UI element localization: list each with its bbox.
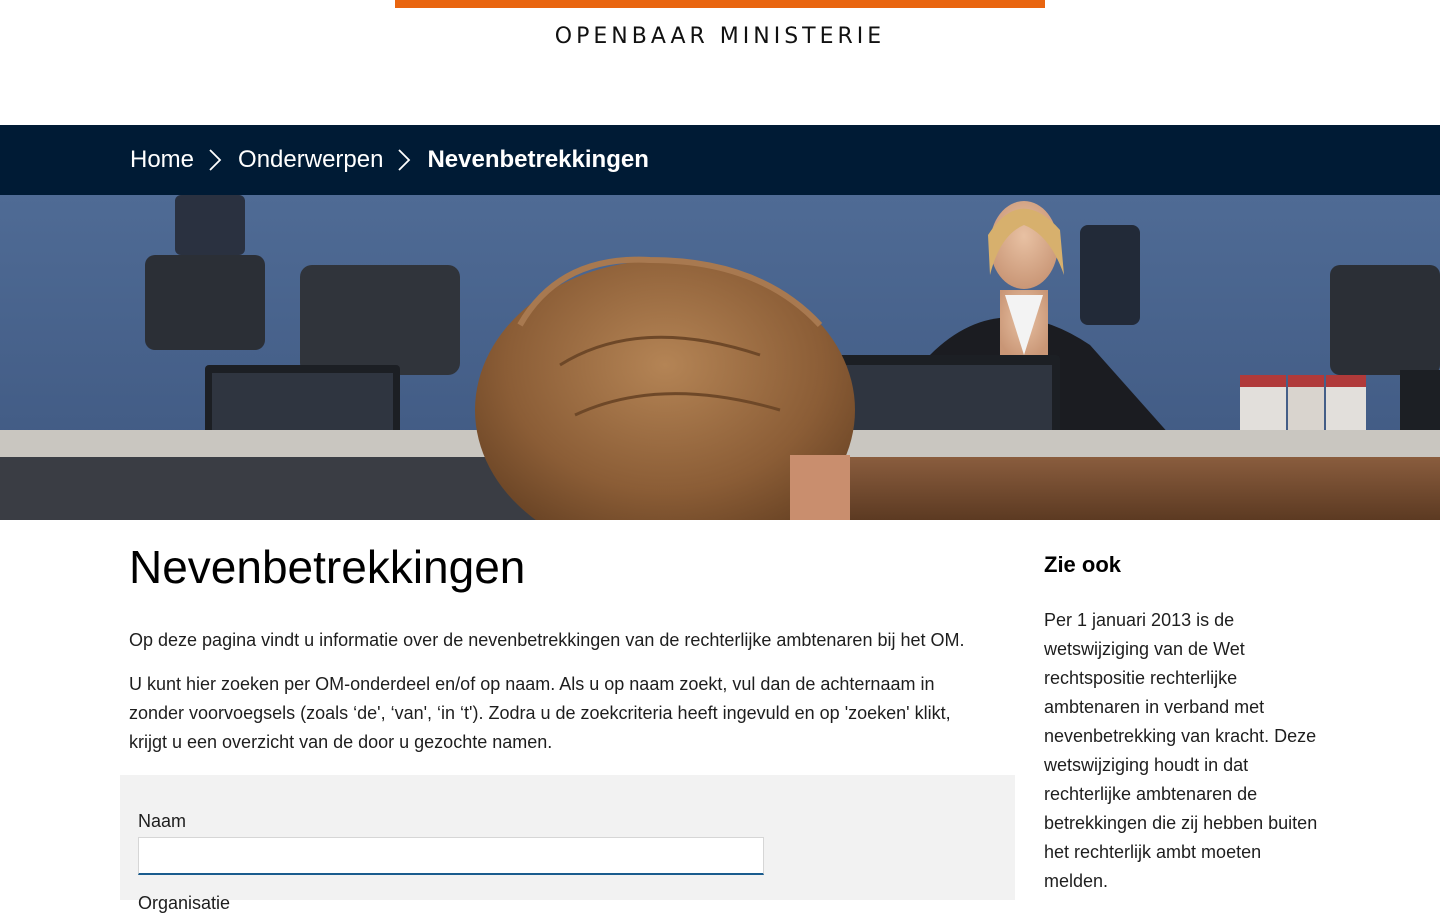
logo-accent-bar xyxy=(395,0,1045,8)
organization-field-label: Organisatie xyxy=(138,893,231,913)
intro-paragraph: Op deze pagina vindt u informatie over d… xyxy=(129,630,965,650)
breadcrumb: Home Onderwerpen Nevenbetrekkingen xyxy=(0,125,1440,195)
search-instructions: U kunt hier zoeken per OM-onderdeel en/o… xyxy=(129,674,951,752)
chevron-right-icon xyxy=(397,148,411,172)
breadcrumb-onderwerpen-link[interactable]: Onderwerpen xyxy=(238,146,383,174)
chevron-right-icon xyxy=(208,148,222,172)
hero-image-courtroom xyxy=(0,195,1440,520)
site-header: OPENBAAR MINISTERIE xyxy=(0,0,1440,125)
page-title: Nevenbetrekkingen xyxy=(129,541,526,593)
name-field-label: Naam xyxy=(138,811,187,831)
breadcrumb-current: Nevenbetrekkingen xyxy=(427,146,649,173)
name-input[interactable] xyxy=(138,837,764,875)
site-logo[interactable]: OPENBAAR MINISTERIE xyxy=(395,24,1045,49)
search-form: Naam Organisatie xyxy=(120,775,1015,913)
see-also-text: Per 1 januari 2013 is de wetswijziging v… xyxy=(1044,610,1318,891)
breadcrumb-home-link[interactable]: Home xyxy=(130,146,194,174)
see-also-title: Zie ook xyxy=(1044,552,1122,577)
